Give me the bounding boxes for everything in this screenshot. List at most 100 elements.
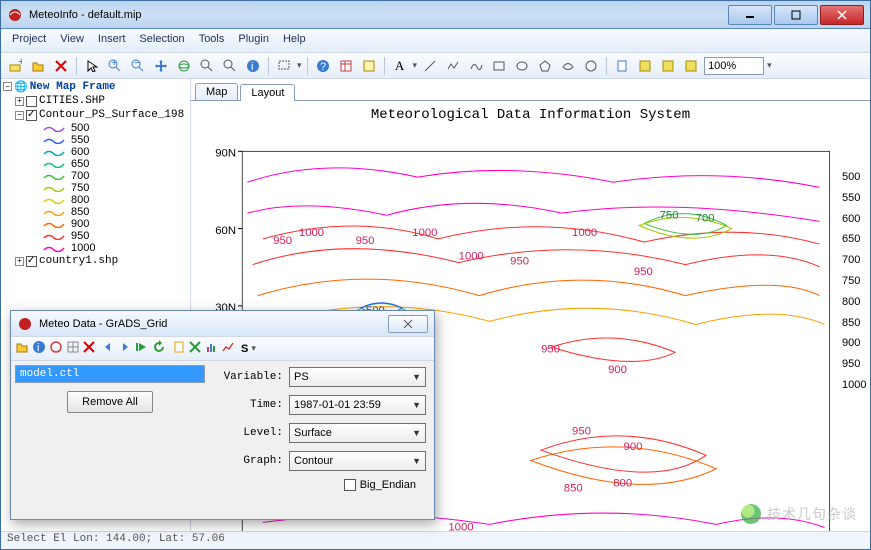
polygon-icon[interactable] — [535, 56, 555, 76]
titlebar[interactable]: MeteoInfo - default.mip — [1, 1, 870, 29]
minimize-button[interactable] — [728, 5, 772, 25]
dropdown-arrow-icon[interactable]: ▾ — [297, 60, 302, 71]
reload-icon[interactable] — [152, 340, 166, 357]
remove-all-button[interactable]: Remove All — [67, 391, 153, 413]
line-chart-icon[interactable] — [221, 340, 235, 357]
next-icon[interactable] — [118, 340, 132, 357]
clear-icon[interactable] — [189, 341, 201, 356]
open-icon[interactable] — [28, 56, 48, 76]
meteo-data-dialog[interactable]: Meteo Data - GrADS_Grid i S ▾ model.ctl … — [10, 310, 435, 520]
layer-checkbox[interactable] — [26, 110, 37, 121]
page-icon[interactable] — [612, 56, 632, 76]
zoom-out-icon[interactable]: − — [128, 56, 148, 76]
layer-name[interactable]: country1.shp — [39, 255, 118, 267]
window-title: MeteoInfo - default.mip — [29, 9, 728, 21]
svg-text:1000: 1000 — [572, 227, 597, 239]
draw-icon[interactable] — [172, 340, 186, 357]
zoom-sel-icon[interactable] — [220, 56, 240, 76]
help-icon[interactable]: ? — [313, 56, 333, 76]
script-icon[interactable] — [359, 56, 379, 76]
legend-item[interactable]: 550 — [1, 134, 190, 146]
pointer-icon[interactable] — [82, 56, 102, 76]
legend-item[interactable]: 1000 — [1, 242, 190, 254]
menu-plugin[interactable]: Plugin — [231, 29, 276, 52]
legend-swatch — [43, 172, 65, 180]
ellipse-icon[interactable] — [512, 56, 532, 76]
expand-icon[interactable]: + — [15, 97, 24, 106]
menu-tools[interactable]: Tools — [192, 29, 232, 52]
menu-view[interactable]: View — [53, 29, 91, 52]
line-icon[interactable] — [420, 56, 440, 76]
layer-checkbox[interactable] — [26, 96, 37, 107]
info-icon[interactable]: i — [32, 340, 46, 357]
menu-insert[interactable]: Insert — [91, 29, 133, 52]
add-layer-icon[interactable]: + — [5, 56, 25, 76]
time-combo[interactable]: 1987-01-01 23:59▼ — [289, 395, 426, 415]
legend-item[interactable]: 650 — [1, 158, 190, 170]
watermark: 技术几句杂谈 — [741, 504, 857, 524]
full-extent-icon[interactable] — [174, 56, 194, 76]
zoom-combo[interactable] — [704, 57, 764, 75]
legend-item[interactable]: 850 — [1, 206, 190, 218]
dropdown-arrow-icon[interactable]: ▾ — [413, 60, 418, 71]
rect-icon[interactable] — [489, 56, 509, 76]
circle-icon[interactable] — [581, 56, 601, 76]
layer-name[interactable]: Contour_PS_Surface_198 — [39, 109, 184, 121]
animate-icon[interactable] — [135, 340, 149, 357]
zoom-layer-icon[interactable] — [197, 56, 217, 76]
chart-icon[interactable] — [204, 340, 218, 357]
select-rect-icon[interactable] — [274, 56, 294, 76]
collapse-icon[interactable]: − — [15, 111, 24, 120]
file-list[interactable]: model.ctl — [15, 365, 205, 383]
colorbar-tick: 750 — [842, 275, 866, 287]
curve-icon[interactable] — [558, 56, 578, 76]
colorbar-tick: 850 — [842, 317, 866, 329]
maximize-button[interactable] — [774, 5, 818, 25]
text-icon[interactable]: A — [390, 56, 410, 76]
dialog-close-button[interactable] — [388, 315, 428, 333]
delete-icon[interactable] — [51, 56, 71, 76]
pan-icon[interactable] — [151, 56, 171, 76]
table-icon[interactable] — [336, 56, 356, 76]
variable-combo[interactable]: PS▼ — [289, 367, 426, 387]
frame-name[interactable]: New Map Frame — [30, 81, 116, 93]
layer-name[interactable]: CITIES.SHP — [39, 95, 105, 107]
polyline-icon[interactable] — [443, 56, 463, 76]
legend-item[interactable]: 800 — [1, 194, 190, 206]
menu-selection[interactable]: Selection — [132, 29, 191, 52]
dropdown-arrow-icon[interactable]: ▾ — [251, 343, 256, 354]
open-file-icon[interactable] — [15, 340, 29, 357]
legend-item[interactable]: 900 — [1, 218, 190, 230]
legend-item[interactable]: 750 — [1, 182, 190, 194]
legend-item[interactable]: 700 — [1, 170, 190, 182]
freehand-icon[interactable] — [466, 56, 486, 76]
legend-item[interactable]: 600 — [1, 146, 190, 158]
fit-page-icon[interactable] — [635, 56, 655, 76]
fit-width-icon[interactable] — [658, 56, 678, 76]
list-item[interactable]: model.ctl — [16, 366, 204, 382]
close-button[interactable] — [820, 5, 864, 25]
setting-icon[interactable]: S — [241, 343, 248, 355]
legend-item[interactable]: 950 — [1, 230, 190, 242]
svg-text:1000: 1000 — [299, 227, 324, 239]
grid-icon[interactable] — [66, 340, 80, 357]
graph-combo[interactable]: Contour▼ — [289, 451, 426, 471]
big-endian-checkbox[interactable] — [344, 479, 356, 491]
identify-icon[interactable]: i — [243, 56, 263, 76]
remove-icon[interactable] — [83, 341, 95, 356]
dialog-titlebar[interactable]: Meteo Data - GrADS_Grid — [11, 311, 434, 337]
menu-help[interactable]: Help — [276, 29, 313, 52]
actual-size-icon[interactable] — [681, 56, 701, 76]
prev-icon[interactable] — [101, 340, 115, 357]
tab-layout[interactable]: Layout — [240, 84, 295, 101]
legend-item[interactable]: 500 — [1, 122, 190, 134]
level-combo[interactable]: Surface▼ — [289, 423, 426, 443]
layer-checkbox[interactable] — [26, 256, 37, 267]
menu-project[interactable]: Project — [5, 29, 53, 52]
tab-map[interactable]: Map — [195, 83, 238, 100]
zoom-in-icon[interactable]: + — [105, 56, 125, 76]
expand-icon[interactable]: + — [15, 257, 24, 266]
refresh-icon[interactable] — [49, 340, 63, 357]
dropdown-arrow-icon[interactable]: ▾ — [767, 60, 772, 71]
collapse-icon[interactable]: − — [3, 82, 12, 91]
